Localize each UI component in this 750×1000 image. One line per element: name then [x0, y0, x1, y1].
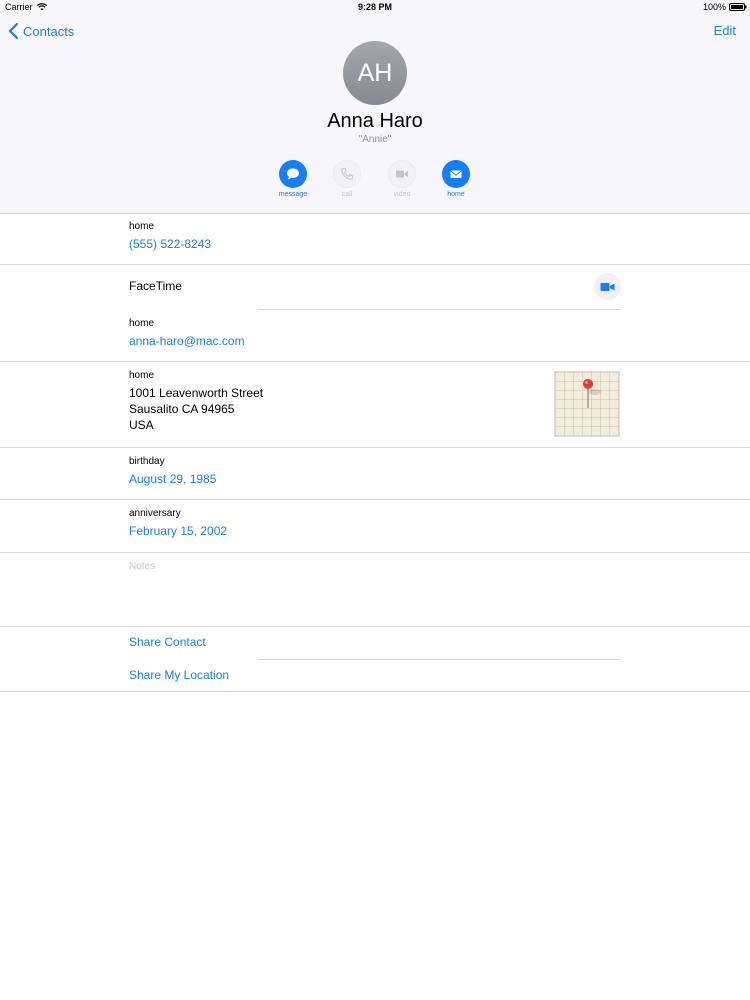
video-action-button[interactable]: video [377, 160, 427, 200]
video-camera-icon [396, 170, 408, 178]
quick-actions: message call video home [0, 160, 750, 206]
anniversary-value[interactable]: February 15, 2002 [129, 523, 227, 539]
chevron-left-icon [8, 23, 19, 39]
email-label: home [129, 318, 155, 329]
message-bubble-icon [287, 168, 299, 180]
address-street: 1001 Leavenworth Street [129, 386, 264, 400]
separator [0, 264, 750, 265]
address-label: home [129, 370, 155, 381]
message-action-label: message [278, 191, 308, 198]
share-contact-link[interactable]: Share Contact [129, 634, 206, 650]
notes-field[interactable]: Notes [129, 560, 155, 573]
map-thumbnail[interactable] [554, 371, 620, 437]
address-city: Sausalito CA 94965 [129, 402, 235, 416]
separator [0, 361, 750, 362]
mail-action-label: home [447, 191, 465, 198]
mail-envelope-icon [450, 170, 462, 178]
call-action-button[interactable]: call [322, 160, 372, 200]
address-block[interactable]: 1001 Leavenworth Street Sausalito CA 949… [129, 385, 263, 433]
video-camera-icon [600, 282, 615, 291]
contact-nickname: "Annie" [358, 134, 392, 145]
avatar: AH [343, 41, 407, 105]
mail-action-button[interactable]: home [431, 160, 481, 200]
facetime-label: FaceTime [129, 279, 182, 293]
status-bar: Carrier 9:28 PM 100% [0, 0, 750, 14]
back-button-label: Contacts [23, 23, 75, 39]
map-pin-icon [583, 379, 601, 408]
separator [0, 626, 750, 627]
edit-button[interactable]: Edit [714, 21, 736, 41]
birthday-value[interactable]: August 29, 1985 [129, 471, 216, 487]
battery-percent: 100% [702, 2, 726, 12]
contact-name: Anna Haro [327, 110, 423, 132]
video-action-label: video [393, 191, 411, 198]
birthday-label: birthday [129, 456, 165, 467]
anniversary-label: anniversary [129, 508, 181, 519]
status-time: 9:28 PM [357, 2, 392, 12]
contact-header: Carrier 9:28 PM 100% Contacts Edit AH An… [0, 0, 750, 214]
separator [258, 309, 620, 310]
separator [0, 447, 750, 448]
phone-icon [341, 168, 353, 180]
separator [258, 659, 620, 660]
message-action-button[interactable]: message [268, 160, 318, 200]
call-action-label: call [341, 191, 353, 198]
back-button[interactable]: Contacts [8, 21, 74, 41]
email-address[interactable]: anna-haro@mac.com [129, 333, 245, 349]
separator [0, 499, 750, 500]
battery-icon [729, 3, 747, 11]
phone-label: home [129, 221, 155, 232]
separator [0, 691, 750, 692]
facetime-video-button[interactable] [594, 273, 621, 300]
address-country: USA [129, 418, 154, 432]
separator [0, 552, 750, 553]
share-location-link[interactable]: Share My Location [129, 667, 229, 683]
phone-number[interactable]: (555) 522-8243 [129, 236, 211, 252]
